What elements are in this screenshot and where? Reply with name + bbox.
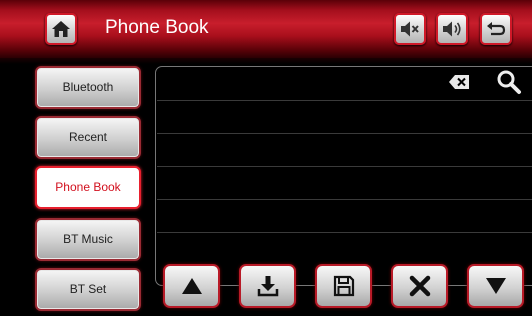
back-button[interactable] [480,13,512,45]
list-divider [157,232,532,233]
home-button[interactable] [45,13,77,45]
backspace-icon [449,75,469,89]
save-button[interactable] [315,264,372,308]
scroll-down-button[interactable] [467,264,524,308]
mute-button[interactable] [394,13,426,45]
up-arrow-icon [182,278,202,294]
sidebar-item-label: BT Set [69,282,107,296]
down-arrow-icon [486,278,506,294]
download-icon [257,276,279,297]
delete-icon [409,275,431,297]
backspace-button[interactable] [448,74,470,95]
back-icon [487,22,506,36]
list-divider [157,166,532,167]
sidebar-item-label: BT Music [63,232,113,246]
search-icon [497,70,521,94]
home-icon [52,21,70,37]
sidebar-item-label: Bluetooth [62,80,114,94]
list-divider [157,133,532,134]
header-divider [0,58,532,64]
sidebar-item-label: Phone Book [55,180,121,194]
sidebar-item-label: Recent [68,130,108,144]
volume-button[interactable] [436,13,468,45]
sidebar-item-bt-set[interactable]: BT Set [35,268,141,311]
page-title: Phone Book [105,17,209,38]
download-button[interactable] [239,264,296,308]
list-divider [157,100,532,101]
search-button[interactable] [496,69,522,100]
sidebar-item-recent[interactable]: Recent [35,116,141,159]
sidebar-item-bluetooth[interactable]: Bluetooth [35,66,141,109]
save-icon [333,275,355,297]
delete-button[interactable] [391,264,448,308]
list-divider [157,199,532,200]
mute-icon [401,21,419,37]
sidebar-item-phone-book[interactable]: Phone Book [35,166,141,209]
volume-icon [443,21,461,37]
scroll-up-button[interactable] [163,264,220,308]
contact-list-panel [155,66,532,286]
sidebar-item-bt-music[interactable]: BT Music [35,218,141,261]
